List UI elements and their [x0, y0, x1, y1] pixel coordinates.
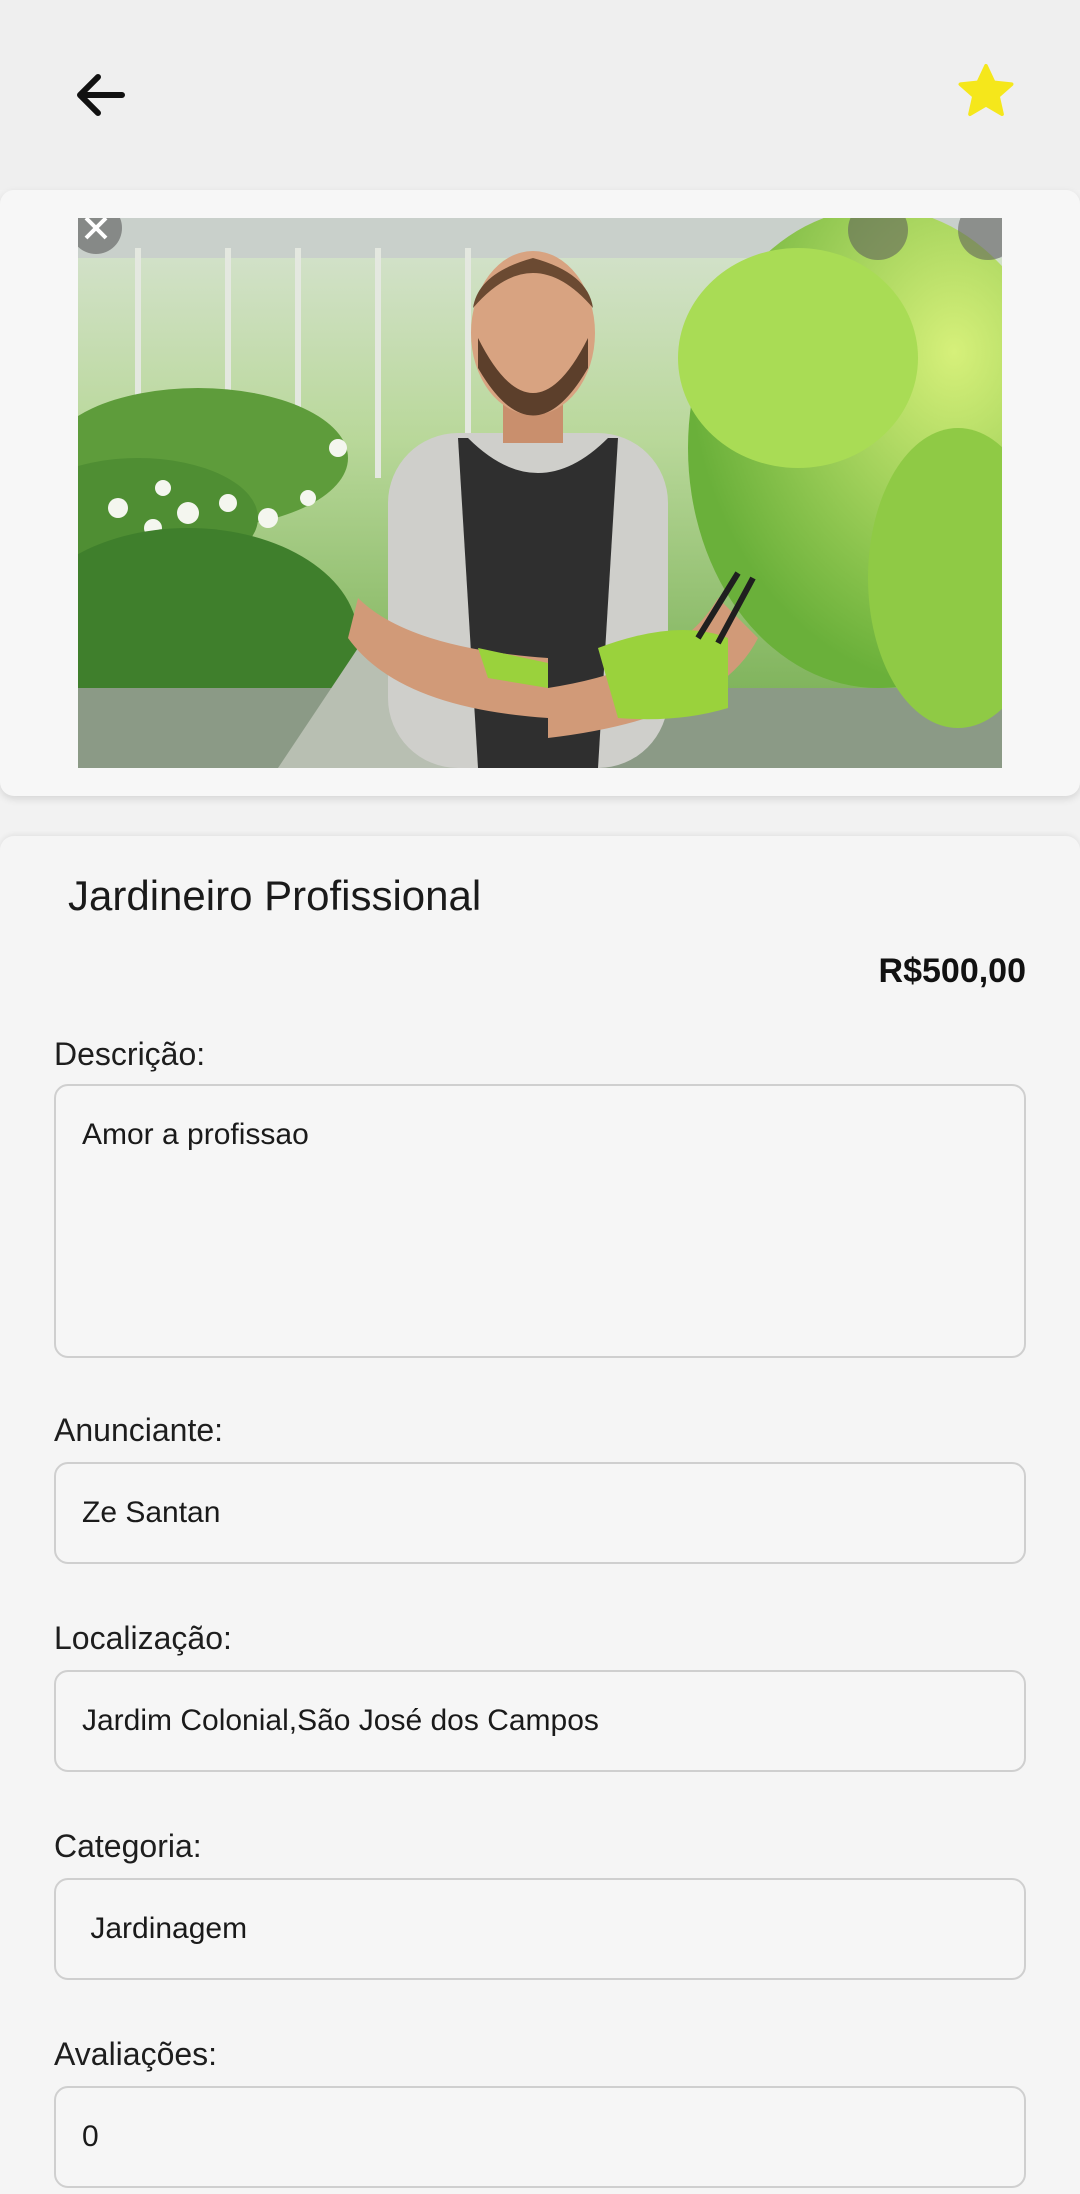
advertiser-field[interactable]: Ze Santan: [54, 1462, 1026, 1564]
category-label: Categoria:: [54, 1828, 202, 1864]
listing-price: R$500,00: [878, 952, 1026, 990]
favorite-button[interactable]: [946, 52, 1026, 132]
location-label: Localização:: [54, 1620, 232, 1656]
advertiser-label: Anunciante:: [54, 1412, 224, 1448]
advertiser-value: Ze Santan: [82, 1496, 221, 1529]
listing-photo[interactable]: [78, 218, 1002, 768]
description-value: Amor a profissao: [82, 1118, 309, 1151]
star-icon: [958, 64, 1014, 116]
description-field[interactable]: Amor a profissao: [54, 1084, 1026, 1358]
location-value: Jardim Colonial,São José dos Campos: [82, 1704, 599, 1737]
listing-image-card: [0, 190, 1080, 796]
description-label: Descrição:: [54, 1036, 206, 1072]
location-field[interactable]: Jardim Colonial,São José dos Campos: [54, 1670, 1026, 1772]
category-field[interactable]: Jardinagem: [54, 1878, 1026, 1980]
ratings-field[interactable]: 0: [54, 2086, 1026, 2188]
listing-details-card: Jardineiro Profissional R$500,00 Descriç…: [0, 836, 1080, 2194]
category-value: Jardinagem: [82, 1912, 248, 1945]
ratings-value: 0: [82, 2120, 99, 2153]
ratings-label: Avaliações:: [54, 2036, 218, 2072]
top-app-bar: [0, 0, 1080, 190]
listing-title: Jardineiro Profissional: [68, 872, 482, 919]
arrow-left-icon: [77, 74, 125, 116]
gardener-photo-illustration: [78, 218, 1002, 768]
back-button[interactable]: [60, 55, 140, 135]
